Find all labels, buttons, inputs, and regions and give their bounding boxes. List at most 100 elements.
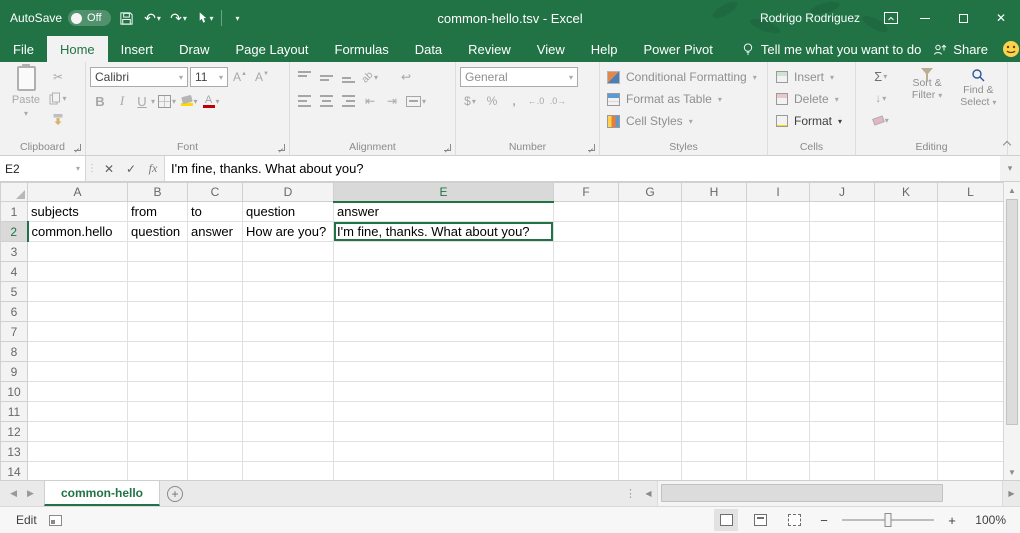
row-header-3[interactable]: 3 [1,242,28,262]
column-header-H[interactable]: H [682,183,747,202]
cell-B6[interactable] [128,302,188,322]
cell-L7[interactable] [938,322,1004,342]
horizontal-scroll-thumb[interactable] [661,484,943,502]
sheet-tab-common-hello[interactable]: common-hello [44,481,160,506]
cell-J7[interactable] [810,322,875,342]
redo-button[interactable]: ↷ ▾ [169,5,189,31]
number-format-select[interactable]: General ▾ [460,67,578,87]
font-dialog-launcher-icon[interactable] [278,144,285,151]
cell-J6[interactable] [810,302,875,322]
cell-F13[interactable] [554,442,619,462]
ribbon-display-options-button[interactable] [876,0,906,36]
clear-button[interactable]: ▾ [860,110,901,130]
cell-G7[interactable] [619,322,682,342]
paste-button[interactable]: Paste ▾ [4,66,48,139]
cell-A6[interactable] [28,302,128,322]
cell-F10[interactable] [554,382,619,402]
cell-K5[interactable] [875,282,938,302]
cell-H7[interactable] [682,322,747,342]
next-sheet-button[interactable]: ▶ [27,488,34,499]
cell-G5[interactable] [619,282,682,302]
cell-A4[interactable] [28,262,128,282]
tab-page-layout[interactable]: Page Layout [223,36,322,62]
vertical-scroll-thumb[interactable] [1006,199,1018,425]
horizontal-scrollbar[interactable]: ◀ ▶ [640,481,1020,506]
formula-input[interactable]: I'm fine, thanks. What about you? [164,156,1000,181]
cell-L13[interactable] [938,442,1004,462]
align-bottom-button[interactable] [338,67,358,87]
cell-I5[interactable] [747,282,810,302]
cell-A8[interactable] [28,342,128,362]
align-left-button[interactable] [294,91,314,111]
row-header-11[interactable]: 11 [1,402,28,422]
font-color-button[interactable]: A▾ [201,91,221,111]
touch-mouse-mode-button[interactable]: ▾ [195,5,215,31]
cell-C12[interactable] [188,422,243,442]
decrease-indent-button[interactable]: ⇤ [360,91,380,111]
font-name-select[interactable]: Calibri ▾ [90,67,188,87]
conditional-formatting-button[interactable]: Conditional Formatting ▾ [604,67,764,87]
scroll-up-icon[interactable]: ▲ [1004,182,1020,198]
tab-help[interactable]: Help [578,36,631,62]
tab-insert[interactable]: Insert [108,36,167,62]
cell-G8[interactable] [619,342,682,362]
cancel-button[interactable]: ✕ [98,156,120,181]
cell-J12[interactable] [810,422,875,442]
cell-K7[interactable] [875,322,938,342]
cell-G12[interactable] [619,422,682,442]
cell-K2[interactable] [875,222,938,242]
copy-button[interactable]: ▾ [48,88,68,108]
row-header-1[interactable]: 1 [1,202,28,222]
row-header-7[interactable]: 7 [1,322,28,342]
row-header-2[interactable]: 2 [1,222,28,242]
cell-A3[interactable] [28,242,128,262]
tab-power-pivot[interactable]: Power Pivot [631,36,726,62]
scroll-right-icon[interactable]: ▶ [1003,481,1020,506]
cell-J8[interactable] [810,342,875,362]
cell-H5[interactable] [682,282,747,302]
cell-C3[interactable] [188,242,243,262]
cell-A1[interactable]: subjects [28,202,128,222]
cell-F7[interactable] [554,322,619,342]
page-break-view-button[interactable] [782,509,806,531]
align-top-button[interactable] [294,67,314,87]
cell-I9[interactable] [747,362,810,382]
cell-G11[interactable] [619,402,682,422]
row-header-5[interactable]: 5 [1,282,28,302]
cell-E14[interactable] [334,462,554,481]
cell-B9[interactable] [128,362,188,382]
cell-F11[interactable] [554,402,619,422]
column-header-F[interactable]: F [554,183,619,202]
column-header-I[interactable]: I [747,183,810,202]
cell-D10[interactable] [243,382,334,402]
delete-cells-button[interactable]: Delete ▾ [772,89,852,109]
normal-view-button[interactable] [714,509,738,531]
column-header-G[interactable]: G [619,183,682,202]
maximize-button[interactable] [944,0,982,36]
merge-center-button[interactable]: ▾ [406,91,426,111]
tab-file[interactable]: File [0,36,47,62]
cell-I2[interactable] [747,222,810,242]
autosum-button[interactable]: Σ▾ [860,66,901,86]
cell-H8[interactable] [682,342,747,362]
cell-G4[interactable] [619,262,682,282]
row-header-4[interactable]: 4 [1,262,28,282]
column-header-C[interactable]: C [188,183,243,202]
clipboard-dialog-launcher-icon[interactable] [74,144,81,151]
cell-D4[interactable] [243,262,334,282]
new-sheet-button[interactable]: + [160,481,190,506]
cell-C9[interactable] [188,362,243,382]
cell-F5[interactable] [554,282,619,302]
cell-H11[interactable] [682,402,747,422]
cell-B8[interactable] [128,342,188,362]
cell-I10[interactable] [747,382,810,402]
cell-K8[interactable] [875,342,938,362]
expand-formula-bar-button[interactable]: ▾ [1000,156,1020,181]
vertical-scrollbar[interactable]: ▲ ▼ [1003,182,1020,480]
cell-K4[interactable] [875,262,938,282]
cell-F9[interactable] [554,362,619,382]
cell-B4[interactable] [128,262,188,282]
zoom-slider-thumb[interactable] [885,513,892,527]
cell-L1[interactable] [938,202,1004,222]
cell-H12[interactable] [682,422,747,442]
